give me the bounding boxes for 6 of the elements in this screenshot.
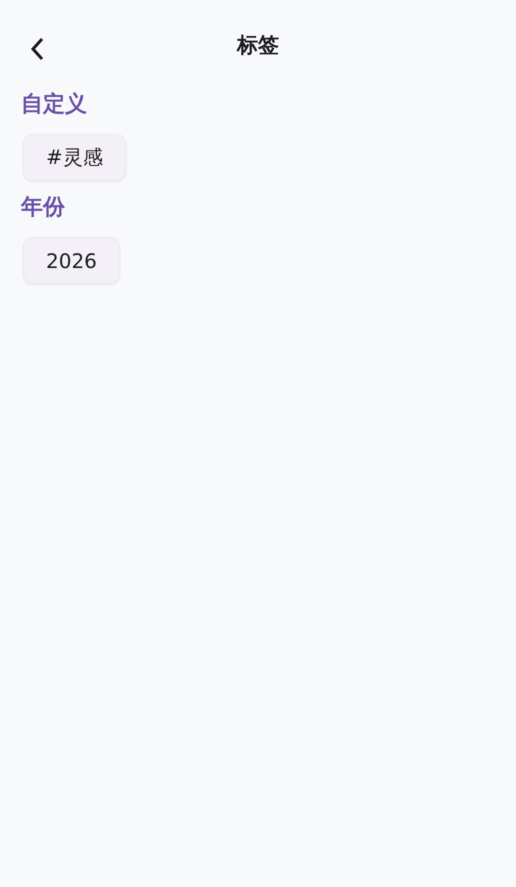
tag-chip[interactable]: #灵感 [23,134,126,181]
tag-chip[interactable]: 2026 [23,237,120,284]
section-heading: 自定义 [21,90,88,119]
page-title: 标签 [237,32,279,58]
section-heading: 年份 [21,194,66,222]
back-icon [30,37,44,61]
